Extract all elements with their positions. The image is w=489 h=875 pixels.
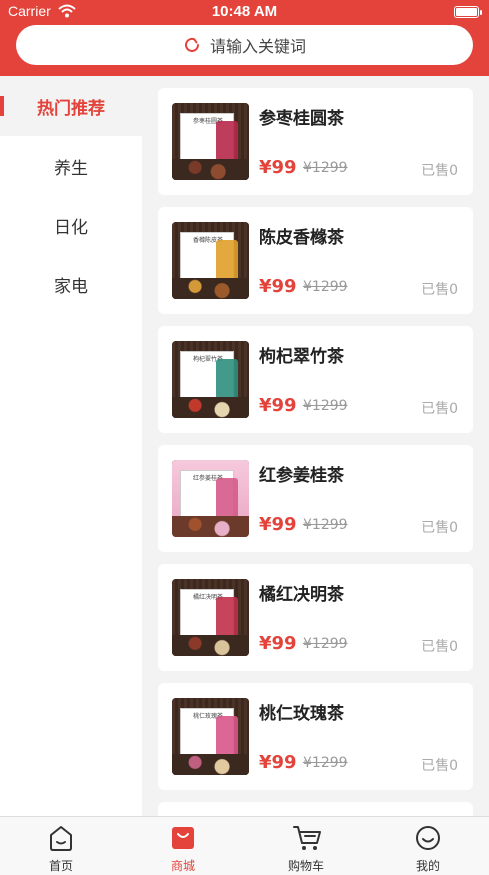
battery-icon bbox=[454, 6, 479, 18]
shop-bag-icon bbox=[172, 827, 194, 849]
product-card[interactable]: 桃仁玫瑰茶 桃仁玫瑰茶 ¥99 ¥1299 已售0 bbox=[158, 683, 473, 790]
category-label: 家电 bbox=[54, 276, 88, 297]
product-sold-count: 已售0 bbox=[421, 758, 458, 774]
tab-label: 商城 bbox=[170, 859, 195, 873]
status-time: 10:48 AM bbox=[211, 3, 278, 20]
tab-mine[interactable]: 我的 bbox=[367, 817, 489, 875]
product-name: 陈皮香橼茶 bbox=[259, 228, 344, 248]
tab-shop[interactable]: 商城 bbox=[122, 817, 244, 875]
app-header: Carrier 10:48 AM 请输入关键词 bbox=[0, 0, 489, 76]
category-item-health[interactable]: 养生 bbox=[0, 136, 142, 196]
product-price: ¥99 bbox=[259, 276, 297, 297]
search-icon bbox=[185, 37, 199, 52]
product-name: 红参姜桂茶 bbox=[259, 466, 344, 486]
product-sold-count: 已售0 bbox=[421, 639, 458, 655]
product-old-price: ¥1299 bbox=[303, 398, 348, 414]
status-bar: Carrier 10:48 AM bbox=[0, 0, 489, 24]
product-price: ¥99 bbox=[259, 514, 297, 535]
product-old-price: ¥1299 bbox=[303, 517, 348, 533]
home-icon bbox=[50, 826, 72, 851]
product-sold-count: 已售0 bbox=[421, 163, 458, 179]
product-image: 枸杞翠竹茶 bbox=[172, 341, 249, 418]
tab-label: 购物车 bbox=[287, 859, 324, 873]
tab-cart[interactable]: 购物车 bbox=[245, 817, 367, 875]
product-old-price: ¥1299 bbox=[303, 755, 348, 771]
search-placeholder: 请输入关键词 bbox=[209, 37, 306, 56]
category-item-appliance[interactable]: 家电 bbox=[0, 254, 142, 314]
product-name: 枸杞翠竹茶 bbox=[259, 347, 344, 367]
product-card[interactable]: 红参姜桂茶 红参姜桂茶 ¥99 ¥1299 已售0 bbox=[158, 445, 473, 552]
bottom-tab-bar: 首页 商城 购物车 我的 bbox=[0, 816, 489, 875]
tab-label: 首页 bbox=[48, 859, 73, 873]
category-sidebar: 热门推荐 养生 日化 家电 bbox=[0, 76, 142, 816]
product-card-partial[interactable] bbox=[158, 802, 473, 816]
cart-icon bbox=[293, 826, 321, 850]
product-price: ¥99 bbox=[259, 395, 297, 416]
category-label: 养生 bbox=[54, 158, 88, 179]
tab-home[interactable]: 首页 bbox=[0, 817, 122, 875]
category-item-daily[interactable]: 日化 bbox=[0, 195, 142, 255]
product-card[interactable]: 橘红决明茶 橘红决明茶 ¥99 ¥1299 已售0 bbox=[158, 564, 473, 671]
tab-label: 我的 bbox=[415, 859, 440, 873]
product-sold-count: 已售0 bbox=[421, 520, 458, 536]
product-card[interactable]: 参枣桂圆茶 参枣桂圆茶 ¥99 ¥1299 已售0 bbox=[158, 88, 473, 195]
category-label: 日化 bbox=[54, 217, 88, 238]
product-name: 参枣桂圆茶 bbox=[259, 109, 344, 129]
product-image: 香橼陈皮茶 bbox=[172, 222, 249, 299]
product-price: ¥99 bbox=[259, 633, 297, 654]
product-image: 红参姜桂茶 bbox=[172, 460, 249, 537]
product-old-price: ¥1299 bbox=[303, 636, 348, 652]
product-name: 橘红决明茶 bbox=[259, 585, 344, 605]
product-sold-count: 已售0 bbox=[421, 401, 458, 417]
product-price: ¥99 bbox=[259, 157, 297, 178]
product-card[interactable]: 香橼陈皮茶 陈皮香橼茶 ¥99 ¥1299 已售0 bbox=[158, 207, 473, 314]
product-name: 桃仁玫瑰茶 bbox=[259, 704, 344, 724]
product-image: 桃仁玫瑰茶 bbox=[172, 698, 249, 775]
battery-cap bbox=[480, 10, 482, 15]
active-marker bbox=[0, 96, 4, 116]
product-old-price: ¥1299 bbox=[303, 279, 348, 295]
search-input[interactable]: 请输入关键词 bbox=[16, 25, 473, 65]
product-card[interactable]: 枸杞翠竹茶 枸杞翠竹茶 ¥99 ¥1299 已售0 bbox=[158, 326, 473, 433]
smiley-icon bbox=[416, 826, 440, 850]
product-old-price: ¥1299 bbox=[303, 160, 348, 176]
product-image: 橘红决明茶 bbox=[172, 579, 249, 656]
category-item-hot[interactable]: 热门推荐 bbox=[0, 76, 142, 136]
product-image: 参枣桂圆茶 bbox=[172, 103, 249, 180]
product-price: ¥99 bbox=[259, 752, 297, 773]
product-sold-count: 已售0 bbox=[421, 282, 458, 298]
category-label: 热门推荐 bbox=[37, 98, 105, 119]
